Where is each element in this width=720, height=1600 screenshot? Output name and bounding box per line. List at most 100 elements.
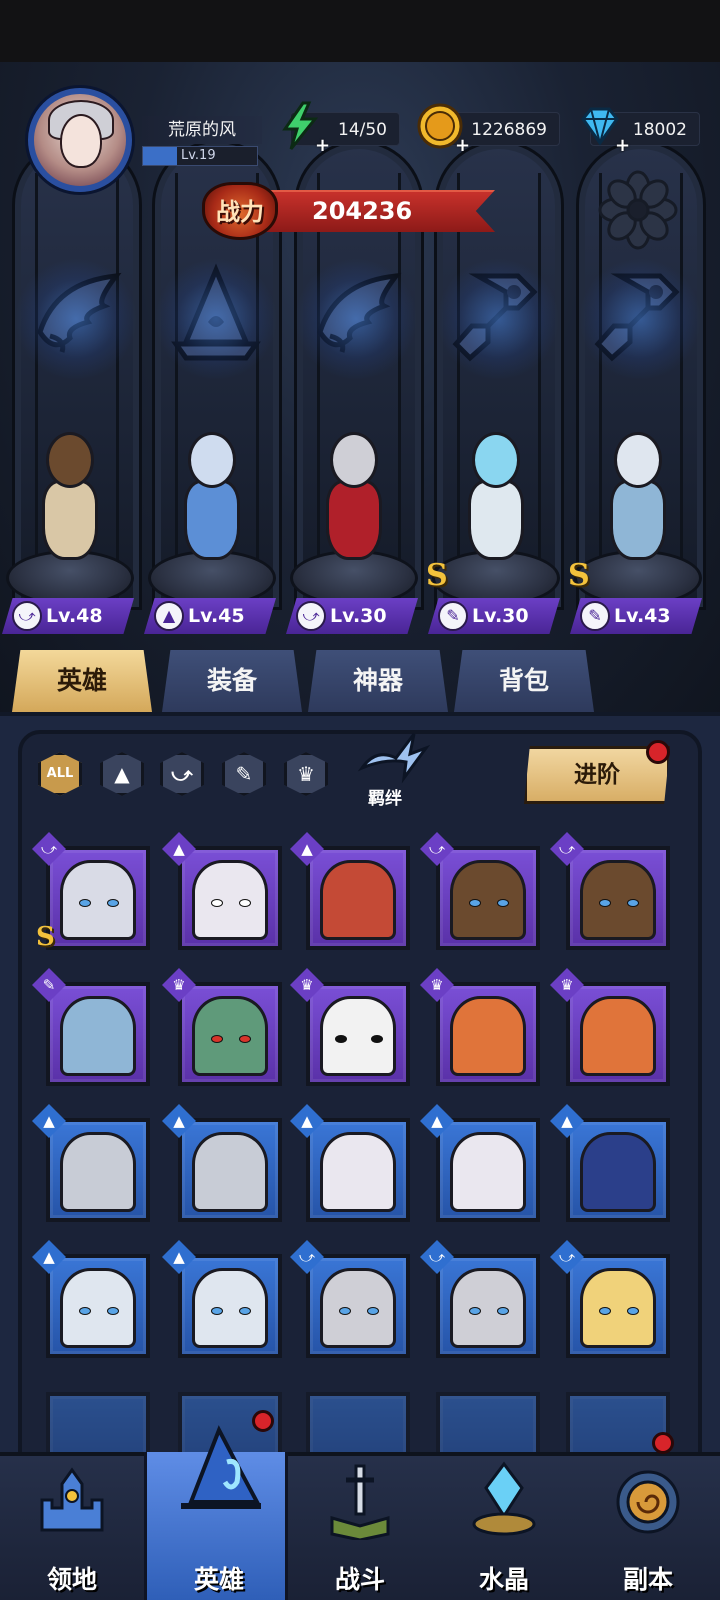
hero-level: Lv.30 — [330, 605, 387, 627]
wing-icon: ⤻ — [12, 601, 42, 631]
mage-hat-icon: ▲ — [154, 601, 184, 631]
nav-crystal[interactable]: 水晶 — [432, 1452, 576, 1600]
energy-plus-icon[interactable]: + — [315, 135, 330, 156]
nav-label: 战斗 — [334, 1565, 385, 1594]
hero-figure — [22, 420, 118, 570]
hero-card[interactable] — [306, 1254, 410, 1358]
emblem-mage-hat-icon — [156, 256, 276, 382]
filter-all-label: ALL — [46, 766, 74, 781]
hero-card[interactable] — [46, 982, 150, 1086]
player-avatar[interactable] — [28, 88, 132, 192]
portal-icon — [616, 1470, 680, 1534]
hero-card[interactable] — [178, 1254, 282, 1358]
hero-figure — [448, 420, 544, 570]
nav-label: 领地 — [46, 1565, 97, 1594]
gold-counter[interactable]: + 1226869 — [417, 103, 560, 156]
nav-heroes[interactable]: 英雄 — [144, 1425, 288, 1600]
nav-battle[interactable]: 战斗 — [288, 1452, 432, 1600]
diamond-counter[interactable]: + 18002 — [581, 107, 700, 156]
diamond-value: 18002 — [632, 120, 687, 140]
energy-counter[interactable]: + 14/50 — [282, 101, 400, 156]
nav-dungeon[interactable]: 副本 — [576, 1452, 720, 1600]
mage-hat-icon: ▲ — [114, 762, 130, 786]
player-level-bar: Lv.19 — [142, 146, 258, 166]
hero-level: Lv.45 — [188, 605, 245, 627]
sword-book-icon — [330, 1464, 390, 1540]
hero-card[interactable] — [178, 1118, 282, 1222]
nav-territory[interactable]: 领地 — [0, 1452, 144, 1600]
wing-icon: ⤻ — [171, 762, 193, 786]
hero-card[interactable] — [436, 1118, 540, 1222]
wrench-icon: ✎ — [235, 762, 253, 786]
hero-card[interactable] — [436, 1254, 540, 1358]
lineup-hero-5[interactable]: S ✎ Lv.43 — [568, 420, 708, 640]
hero-card[interactable] — [566, 1118, 670, 1222]
hero-card[interactable] — [436, 982, 540, 1086]
settings-gear-icon[interactable] — [598, 170, 678, 250]
status-bar-area — [0, 0, 720, 62]
wrench-icon: ✎ — [438, 601, 468, 631]
hero-level-tag: ✎ Lv.43 — [570, 598, 702, 634]
nav-label: 水晶 — [478, 1565, 529, 1594]
gold-value: 1226869 — [471, 120, 547, 140]
hero-card[interactable] — [566, 982, 670, 1086]
wizard-hat-icon — [181, 1425, 261, 1509]
player-level-fill — [143, 147, 178, 165]
notification-dot — [646, 740, 670, 764]
hero-card[interactable] — [46, 1118, 150, 1222]
hero-card[interactable] — [436, 846, 540, 950]
s-rank-badge: S — [36, 922, 55, 952]
player-name: 荒原的风 — [142, 116, 262, 144]
hero-level: Lv.30 — [472, 605, 529, 627]
power-label: 战力 — [202, 182, 278, 240]
emblem-wrench-icon — [580, 256, 700, 382]
hero-level-tag: ⤻ Lv.30 — [286, 598, 418, 634]
hero-card[interactable] — [306, 846, 410, 950]
gold-plus-icon[interactable]: + — [455, 135, 470, 156]
beast-icon: ♛ — [297, 762, 315, 786]
bond-label[interactable]: 羁绊 — [368, 784, 402, 809]
hero-figure — [590, 420, 686, 570]
hero-card[interactable] — [178, 982, 282, 1086]
tab-heroes[interactable]: 英雄 — [12, 650, 152, 712]
notification-dot — [652, 1432, 674, 1454]
tab-equipment[interactable]: 装备 — [162, 650, 302, 712]
hero-card[interactable] — [46, 1254, 150, 1358]
hero-level: Lv.48 — [46, 605, 103, 627]
crystal-icon — [472, 1461, 536, 1536]
hero-figure — [164, 420, 260, 570]
diamond-plus-icon[interactable]: + — [615, 135, 630, 156]
emblem-wing-icon — [16, 256, 136, 382]
hero-card[interactable] — [46, 846, 150, 950]
hero-card[interactable] — [306, 982, 410, 1086]
hero-card[interactable] — [178, 846, 282, 950]
energy-value: 14/50 — [338, 120, 387, 140]
tab-backpack[interactable]: 背包 — [454, 650, 594, 712]
hero-card[interactable] — [306, 1118, 410, 1222]
nav-label: 副本 — [622, 1565, 673, 1594]
combat-power-banner: 战力 204236 — [200, 176, 500, 246]
nav-label: 英雄 — [193, 1565, 244, 1594]
s-rank-badge: S — [568, 558, 590, 593]
wrench-icon: ✎ — [580, 601, 610, 631]
hero-panel-inner — [18, 730, 702, 1490]
castle-icon — [40, 1467, 104, 1532]
lineup-hero-2[interactable]: ▲ Lv.45 — [142, 420, 282, 640]
avatar-face — [60, 114, 102, 168]
player-level: Lv.19 — [181, 148, 216, 163]
hero-level-tag: ✎ Lv.30 — [428, 598, 560, 634]
lineup-hero-1[interactable]: ⤻ Lv.48 — [0, 420, 140, 640]
lineup-hero-4[interactable]: S ✎ Lv.30 — [426, 420, 566, 640]
power-value: 204236 — [312, 197, 413, 225]
lineup-hero-3[interactable]: ⤻ Lv.30 — [284, 420, 424, 640]
emblem-wrench-icon — [438, 256, 558, 382]
hero-panel — [0, 712, 720, 1490]
hero-level-tag: ▲ Lv.45 — [144, 598, 276, 634]
hero-level-tag: ⤻ Lv.48 — [2, 598, 134, 634]
tab-artifacts[interactable]: 神器 — [308, 650, 448, 712]
bond-icon[interactable] — [356, 728, 432, 784]
emblem-wing-icon — [296, 256, 416, 382]
hero-card[interactable] — [566, 846, 670, 950]
wing-icon: ⤻ — [296, 601, 326, 631]
hero-card[interactable] — [566, 1254, 670, 1358]
